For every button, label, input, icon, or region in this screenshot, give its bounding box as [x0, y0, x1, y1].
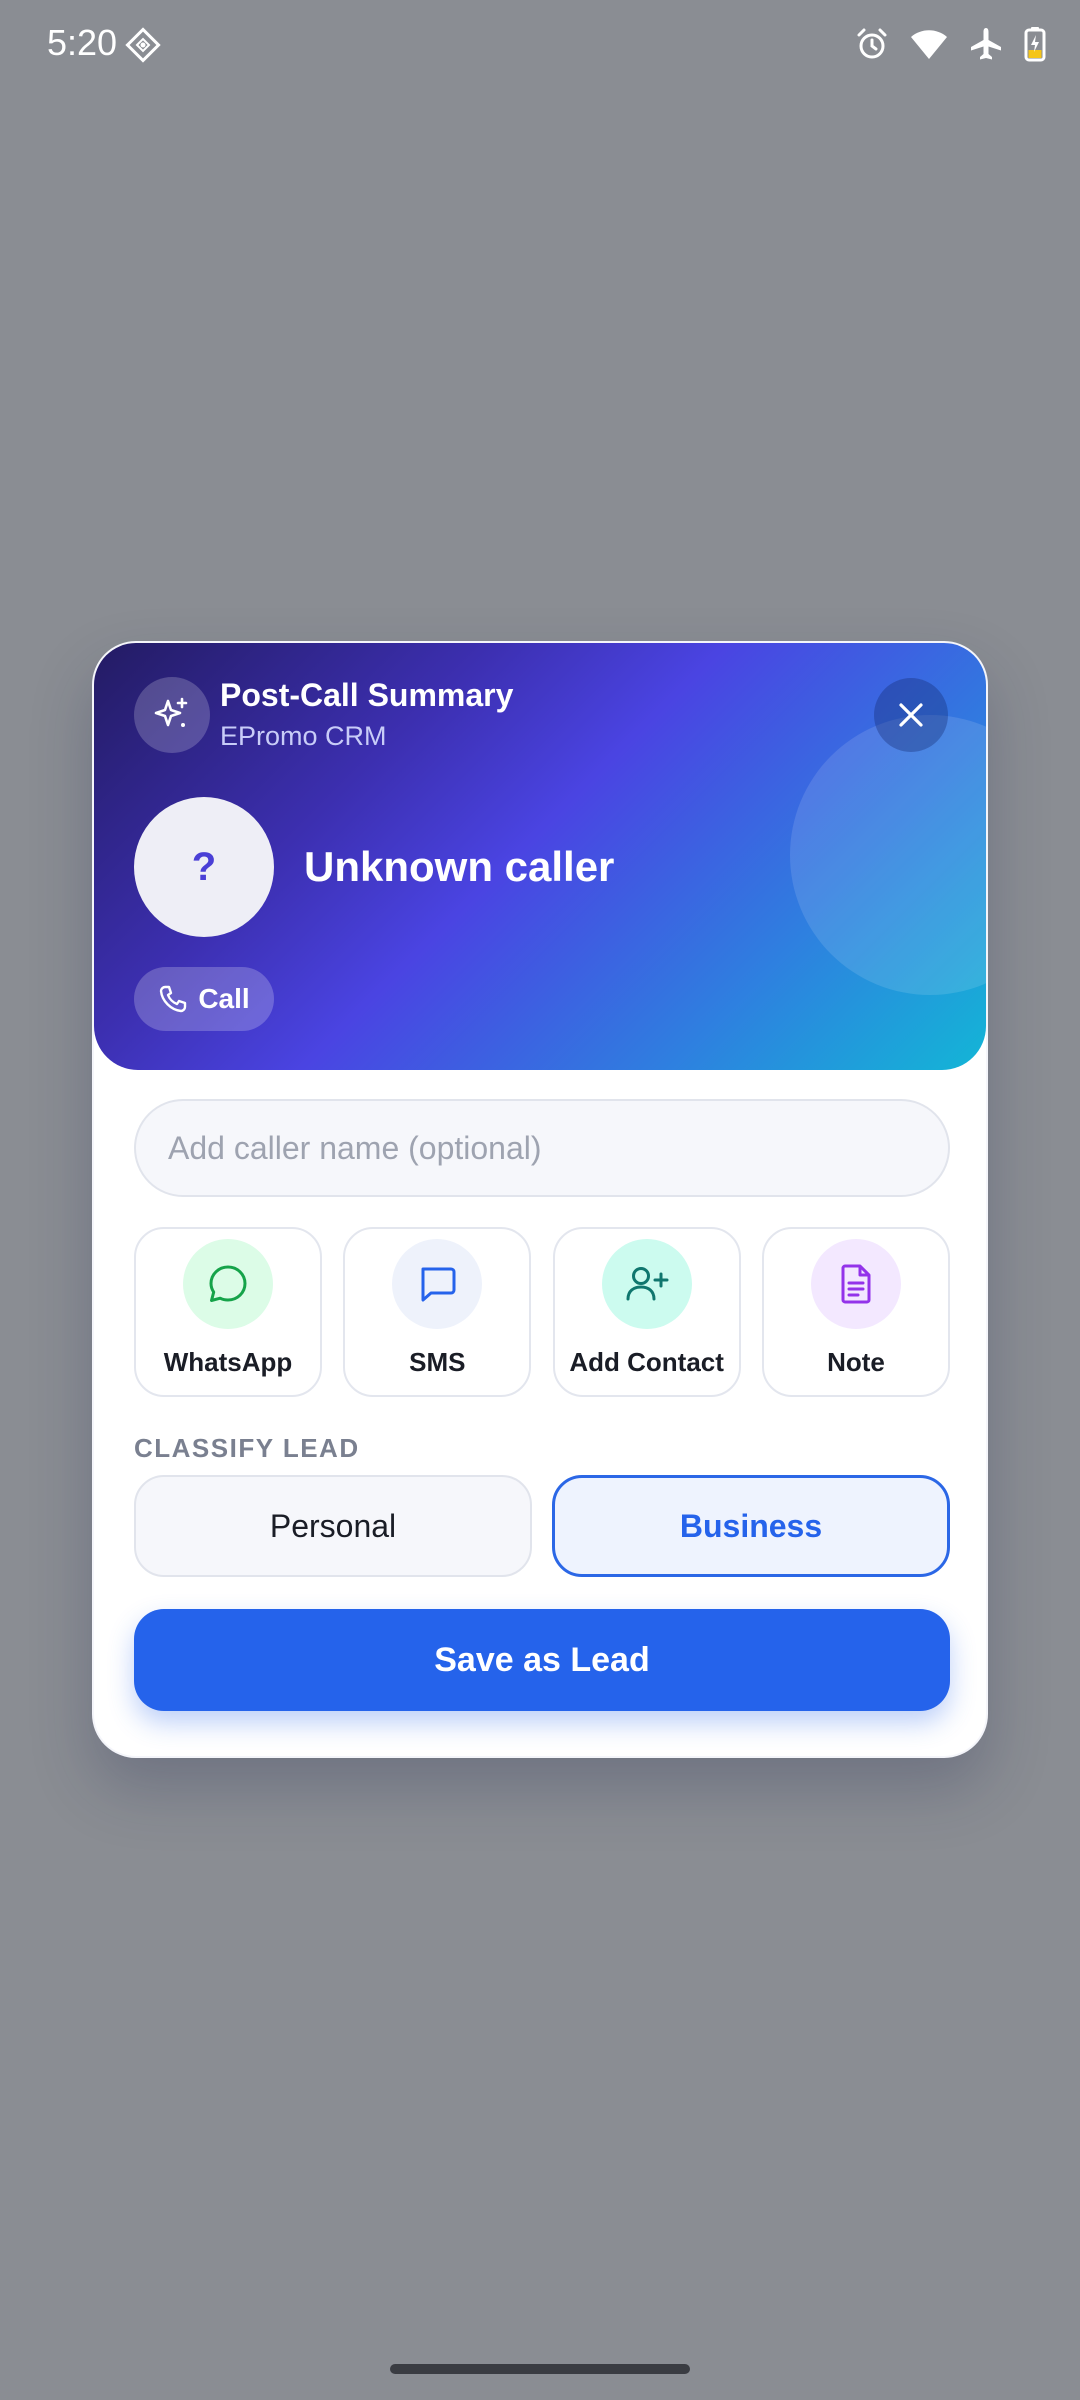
- classify-personal-button[interactable]: Personal: [134, 1475, 532, 1577]
- wifi-icon: [910, 27, 948, 61]
- add-contact-action-button[interactable]: Add Contact: [552, 1227, 741, 1397]
- dialog-subtitle: EPromo CRM: [220, 721, 387, 751]
- status-time: 5:20: [47, 22, 118, 63]
- header-decoration: [790, 715, 986, 995]
- whatsapp-action-button[interactable]: WhatsApp: [134, 1227, 322, 1397]
- add-contact-icon: [601, 1239, 692, 1329]
- alarm-icon: [854, 26, 890, 62]
- status-bar: 5:20: [0, 0, 1080, 92]
- classify-business-button[interactable]: Business: [552, 1475, 950, 1577]
- battery-charging-icon: [1024, 26, 1046, 62]
- whatsapp-icon: [183, 1239, 273, 1329]
- caller-avatar: ?: [134, 797, 274, 937]
- post-call-dialog: Post-Call Summary EPromo CRM ? Unknown c…: [92, 641, 988, 1758]
- dialog-title: Post-Call Summary: [220, 677, 514, 713]
- status-icons: [854, 26, 1046, 62]
- home-indicator[interactable]: [390, 2364, 690, 2374]
- call-button-label: Call: [198, 983, 250, 1014]
- close-icon: [899, 703, 923, 727]
- sms-action-button[interactable]: SMS: [343, 1227, 532, 1397]
- classify-lead-options: Personal Business: [134, 1475, 950, 1577]
- save-as-lead-button[interactable]: Save as Lead: [134, 1609, 950, 1711]
- note-label: Note: [827, 1347, 885, 1377]
- classify-lead-label: CLASSIFY LEAD: [134, 1433, 360, 1463]
- airplane-mode-icon: [968, 26, 1004, 62]
- dialog-header: Post-Call Summary EPromo CRM ? Unknown c…: [94, 643, 986, 1070]
- app-notification-icon: [124, 26, 162, 64]
- close-button[interactable]: [874, 678, 948, 752]
- add-contact-label: Add Contact: [569, 1347, 724, 1377]
- phone-icon: [160, 985, 187, 1013]
- call-button[interactable]: Call: [134, 967, 274, 1031]
- caller-name: Unknown caller: [304, 843, 615, 890]
- note-action-button[interactable]: Note: [761, 1227, 950, 1397]
- sparkle-icon: [134, 677, 210, 753]
- sms-label: SMS: [409, 1347, 466, 1377]
- caller-name-input[interactable]: [134, 1099, 950, 1197]
- quick-actions: WhatsApp SMS Add Contact Note: [134, 1227, 950, 1397]
- sms-icon: [392, 1239, 483, 1329]
- note-icon: [810, 1239, 901, 1329]
- whatsapp-label: WhatsApp: [163, 1347, 293, 1377]
